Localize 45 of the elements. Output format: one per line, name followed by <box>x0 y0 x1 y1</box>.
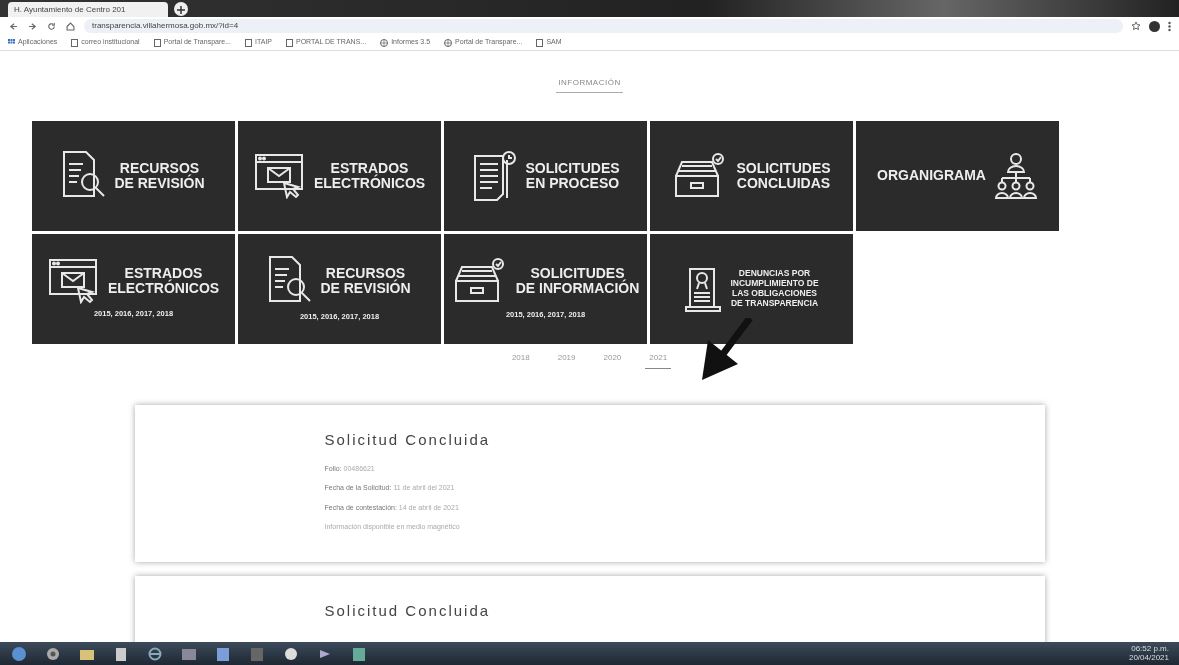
back-icon[interactable] <box>8 20 19 32</box>
page-icon <box>536 38 544 47</box>
browser-mail-icon <box>253 153 306 199</box>
new-tab-button[interactable] <box>174 2 188 16</box>
record-title: Solicitud Concluida <box>324 600 492 621</box>
page-icon <box>245 38 252 47</box>
home-icon[interactable] <box>65 20 76 32</box>
tile-title: SOLICITUDES DE INFORMACIÓN <box>515 266 640 297</box>
document-icon[interactable] <box>214 645 232 662</box>
tile-title: ESTRADOS ELECTRÓNICOS <box>107 266 220 297</box>
globe-icon <box>380 38 389 47</box>
clock-text: 06:52 p.m. 20/04/2021 <box>1128 644 1169 663</box>
tile-title: RECURSOS DE REVISIÓN <box>114 160 205 192</box>
avatar-icon[interactable] <box>1149 20 1160 32</box>
menu-icon[interactable] <box>1168 20 1171 32</box>
start-icon[interactable] <box>10 645 28 662</box>
menu-tile[interactable]: ORGANIGRAMA <box>856 121 1059 231</box>
reload-icon[interactable] <box>46 20 57 32</box>
menu-tile[interactable]: SOLICITUDES EN PROCESO <box>444 121 647 231</box>
menu-tile[interactable]: ESTRADOS ELECTRÓNICOS <box>238 121 441 231</box>
star-icon[interactable] <box>1131 21 1141 31</box>
nav-tab[interactable]: INFORMACIÓN <box>556 77 623 93</box>
browser-tab[interactable]: H. Ayuntamiento de Centro 201 <box>8 2 168 17</box>
org-chart-icon <box>993 152 1038 200</box>
tile-title: DENUNCIAS POR INCUMPLIMIENTO DE LAS OBLIGACIONES DE TRANSPARENCIA <box>730 269 819 309</box>
page-icon <box>286 38 293 47</box>
tile-title: ORGANIGRAMA <box>877 168 986 184</box>
tile-title: ESTRADOS ELECTRÓNICOS <box>313 160 426 192</box>
tile-title: SOLICITUDES EN PROCESO <box>525 160 620 192</box>
scroll-icon <box>684 265 723 313</box>
address-field[interactable]: transparencia.villahermosa.gob.mx/?id=4 <box>84 19 1123 33</box>
globe-icon <box>444 38 453 47</box>
menu-tile[interactable]: DENUNCIAS POR INCUMPLIMIENTO DE LAS OBLIGACIONES DE TRANSPARENCIA <box>650 234 853 344</box>
tile-title: RECURSOS DE REVISIÓN <box>320 266 411 297</box>
arrow-annotation <box>702 318 753 380</box>
document-clock-icon <box>471 150 518 202</box>
page-icon <box>153 38 161 47</box>
page-icon <box>71 38 79 47</box>
forward-icon[interactable] <box>27 20 38 32</box>
menu-tile[interactable]: SOLICITUDES CONCLUIDAS <box>650 121 853 231</box>
record-title: Solicitud Concluida <box>324 430 492 450</box>
apps-icon <box>8 39 15 46</box>
browser-mail-icon <box>47 258 100 305</box>
tile-title: SOLICITUDES CONCLUIDAS <box>736 160 831 192</box>
menu-tile[interactable]: RECURSOS DE REVISIÓN <box>32 121 235 231</box>
